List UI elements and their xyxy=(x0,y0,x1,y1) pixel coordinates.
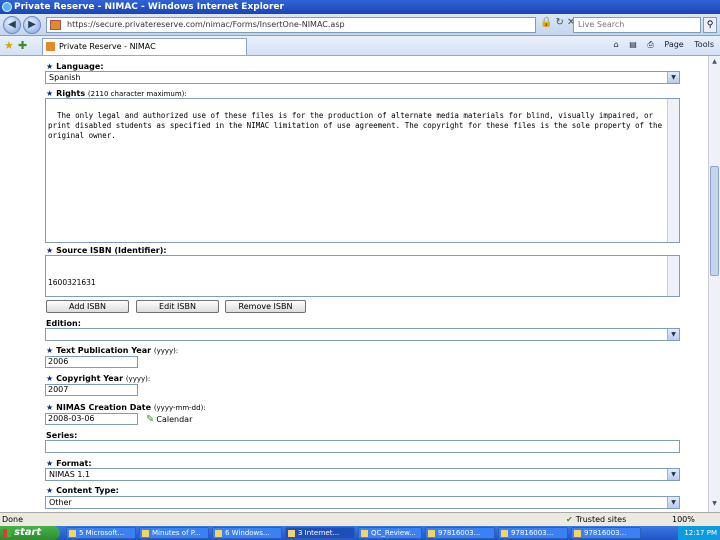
language-label: ★ Language: xyxy=(46,62,104,71)
page-scrollbar[interactable]: ▲ ▼ xyxy=(708,56,720,512)
chevron-down-icon[interactable]: ▼ xyxy=(667,72,679,83)
calendar-icon: ✎ xyxy=(146,414,155,425)
status-text: Done xyxy=(2,515,24,524)
tab-row: ★ ✚ Private Reserve - NIMAC ⌂ ▤ ⎙ Page T… xyxy=(0,36,720,56)
refresh-icon[interactable]: ↻ xyxy=(555,17,566,28)
language-value: Spanish xyxy=(49,73,81,82)
series-input[interactable] xyxy=(45,440,680,453)
edition-label: Edition: xyxy=(46,319,81,328)
tab-private-reserve[interactable]: Private Reserve - NIMAC xyxy=(42,38,247,55)
search-icon[interactable]: ⚲ xyxy=(703,17,717,33)
copyright-year-input[interactable]: 2007 xyxy=(45,384,138,396)
isbn-item[interactable]: 1600321631 xyxy=(48,278,663,288)
taskbar-item[interactable]: 5 Microsoft... xyxy=(66,527,136,539)
series-label: Series: xyxy=(46,431,78,440)
scroll-down-icon[interactable]: ▼ xyxy=(710,500,719,509)
isbn-listbox[interactable]: 1600321631 9781600321634 xyxy=(45,255,680,297)
chevron-down-icon[interactable]: ▼ xyxy=(667,329,679,340)
content-type-value: Other xyxy=(49,498,72,507)
taskbar: start 5 Microsoft... Minutes of P... 6 W… xyxy=(0,526,720,540)
add-isbn-button[interactable]: Add ISBN xyxy=(46,300,129,313)
window-title-bar: Private Reserve - NIMAC - Windows Intern… xyxy=(0,0,720,14)
tab-favicon-icon xyxy=(46,42,55,51)
text-pub-year-input[interactable]: 2006 xyxy=(45,356,138,368)
source-isbn-label: ★ Source ISBN (Identifier): xyxy=(46,246,167,255)
calendar-link[interactable]: ✎ Calendar xyxy=(146,414,192,425)
address-bar-row: ◀ ▶ https://secure.privatereserve.com/ni… xyxy=(0,14,720,36)
edit-isbn-button[interactable]: Edit ISBN xyxy=(136,300,219,313)
format-value: NIMAS 1.1 xyxy=(49,470,91,479)
rights-textarea[interactable]: The only legal and authorized use of the… xyxy=(45,98,680,243)
nimas-date-label: ★ NIMAS Creation Date (yyyy-mm-dd): xyxy=(46,403,206,412)
content-type-label: ★ Content Type: xyxy=(46,486,119,495)
address-input[interactable]: https://secure.privatereserve.com/nimac/… xyxy=(46,17,536,33)
text-pub-year-label: ★ Text Publication Year (yyyy): xyxy=(46,346,179,355)
tools-menu[interactable]: Tools xyxy=(694,40,714,49)
start-button[interactable]: start xyxy=(0,526,60,540)
scroll-thumb[interactable] xyxy=(710,166,719,276)
page-menu[interactable]: Page xyxy=(664,40,683,49)
chevron-down-icon[interactable]: ▼ xyxy=(667,469,679,480)
textarea-scrollbar[interactable] xyxy=(667,99,679,242)
taskbar-item[interactable]: 97816003... xyxy=(425,527,495,539)
site-favicon-icon xyxy=(50,20,61,30)
forward-button[interactable]: ▶ xyxy=(23,16,41,34)
scroll-up-icon[interactable]: ▲ xyxy=(710,58,719,67)
checkmark-icon: ✔ xyxy=(566,515,573,524)
tab-label: Private Reserve - NIMAC xyxy=(59,42,156,51)
listbox-scrollbar[interactable] xyxy=(667,256,679,296)
print-icon[interactable]: ⎙ xyxy=(647,40,653,49)
windows-flag-icon xyxy=(3,529,11,537)
add-favorite-icon[interactable]: ✚ xyxy=(18,39,27,52)
address-url: https://secure.privatereserve.com/nimac/… xyxy=(67,20,345,29)
taskbar-item[interactable]: 97816003... xyxy=(571,527,641,539)
status-bar: Done ✔ Trusted sites 100% xyxy=(0,512,720,526)
rights-text: The only legal and authorized use of the… xyxy=(48,111,667,140)
favorites-star-icon[interactable]: ★ xyxy=(4,39,14,52)
taskbar-item[interactable]: Minutes of P... xyxy=(139,527,209,539)
ie-logo-icon xyxy=(2,2,12,12)
zoom-level[interactable]: 100% xyxy=(672,513,695,526)
back-button[interactable]: ◀ xyxy=(3,16,21,34)
chevron-down-icon[interactable]: ▼ xyxy=(667,497,679,508)
system-tray-clock: 12:17 PM xyxy=(678,526,720,540)
language-select[interactable]: Spanish ▼ xyxy=(45,71,680,84)
format-select[interactable]: NIMAS 1.1 ▼ xyxy=(45,468,680,481)
command-bar: ⌂ ▤ ⎙ Page Tools xyxy=(606,40,714,50)
search-input[interactable]: Live Search xyxy=(573,17,701,33)
home-icon[interactable]: ⌂ xyxy=(614,40,619,49)
edition-select[interactable]: ▼ xyxy=(45,328,680,341)
copyright-year-label: ★ Copyright Year (yyyy): xyxy=(46,374,151,383)
remove-isbn-button[interactable]: Remove ISBN xyxy=(225,300,306,313)
security-zone[interactable]: ✔ Trusted sites xyxy=(566,513,626,526)
taskbar-item[interactable]: QC_Review... xyxy=(358,527,422,539)
rights-label: ★ Rights (2110 character maximum): xyxy=(46,89,187,98)
window-title: Private Reserve - NIMAC - Windows Intern… xyxy=(14,2,284,12)
feeds-icon[interactable]: ▤ xyxy=(629,40,637,49)
content-type-select[interactable]: Other ▼ xyxy=(45,496,680,509)
taskbar-item[interactable]: 3 Internet... xyxy=(285,527,355,539)
lock-icon[interactable]: 🔒 xyxy=(540,17,555,28)
taskbar-item[interactable]: 6 Windows... xyxy=(212,527,282,539)
nimas-date-input[interactable]: 2008-03-06 xyxy=(45,413,138,425)
format-label: ★ Format: xyxy=(46,459,92,468)
taskbar-item[interactable]: 97816003... xyxy=(498,527,568,539)
